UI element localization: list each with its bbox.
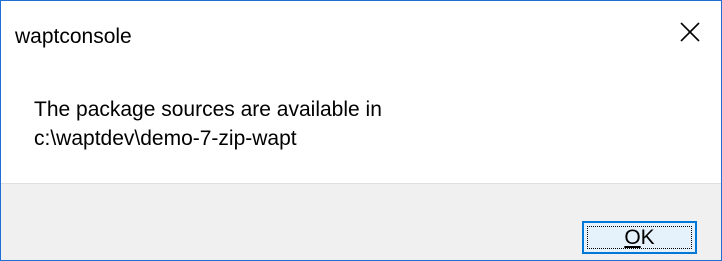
- ok-label-rest: K: [640, 225, 655, 249]
- message-dialog: waptconsole The package sources are avai…: [0, 0, 722, 261]
- message-line-2: c:\waptdev\demo-7-zip-wapt: [34, 127, 297, 150]
- message-line-1: The package sources are available in: [34, 98, 382, 121]
- title-bar: waptconsole: [1, 1, 721, 63]
- ok-button-label: OK: [624, 226, 654, 250]
- ok-button[interactable]: OK: [582, 221, 697, 254]
- close-button[interactable]: [659, 1, 721, 63]
- close-icon: [680, 22, 700, 42]
- message-area: The package sources are available in c:\…: [1, 63, 721, 183]
- button-bar: OK: [1, 183, 721, 260]
- message-text: The package sources are available in c:\…: [34, 95, 382, 153]
- window-title: waptconsole: [15, 25, 132, 48]
- ok-accelerator: O: [624, 225, 641, 249]
